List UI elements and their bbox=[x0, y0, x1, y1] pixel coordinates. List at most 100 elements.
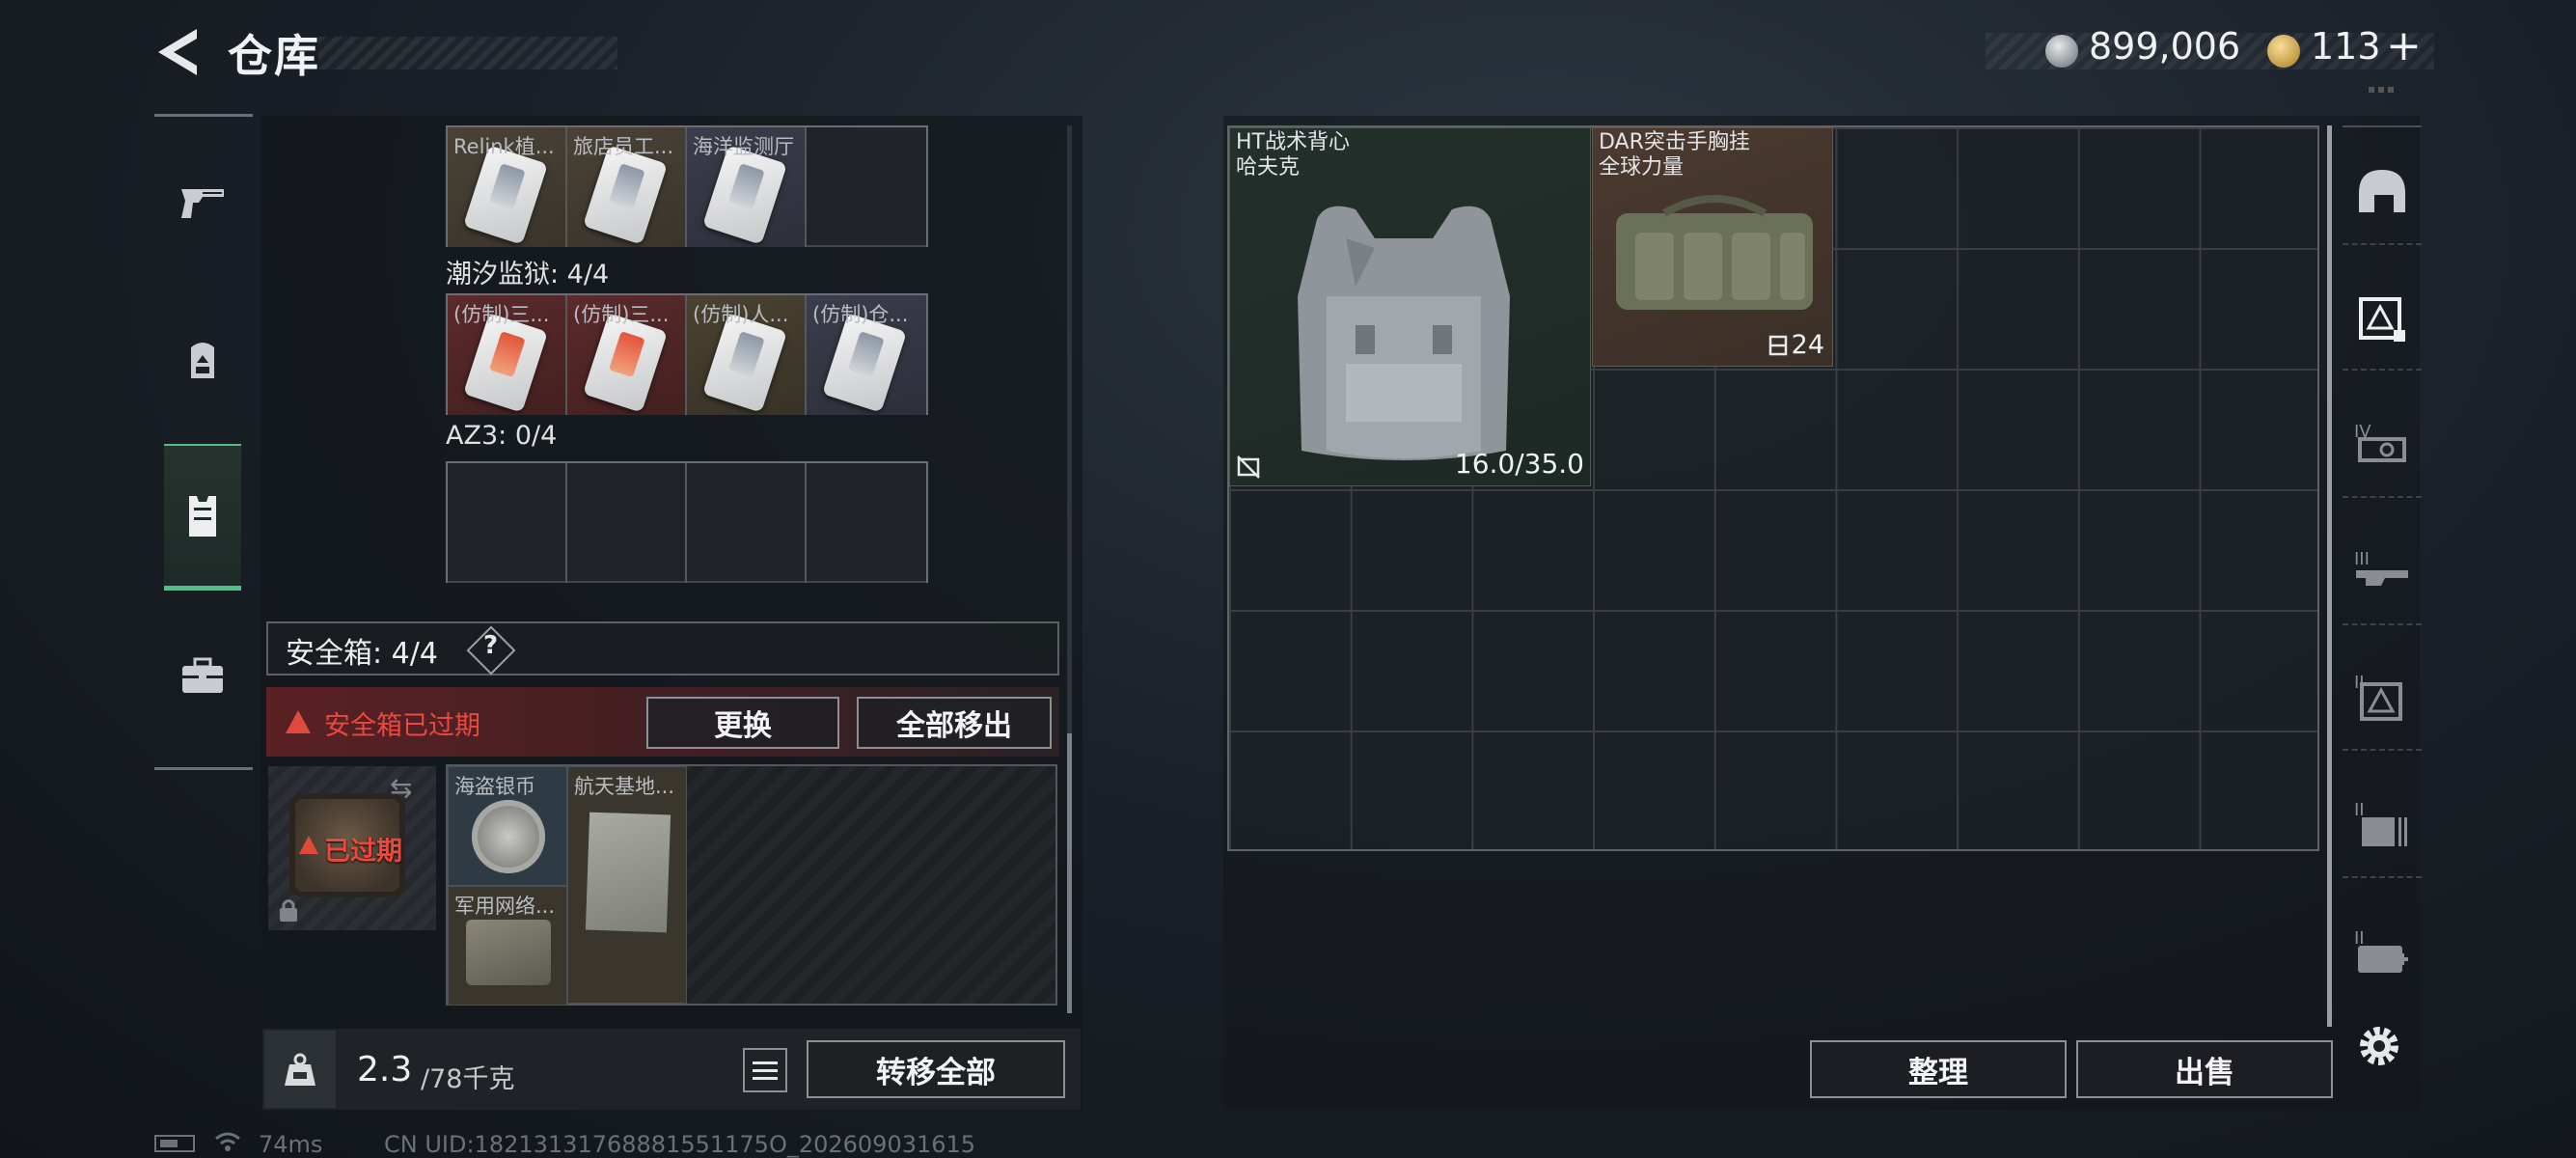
pirate-coin-image bbox=[472, 800, 545, 873]
sort-button[interactable]: 整理 bbox=[1810, 1040, 2067, 1098]
replace-button[interactable]: 更换 bbox=[646, 697, 839, 749]
header-decoration bbox=[2369, 87, 2398, 93]
inventory-slot[interactable]: 旅店员工... bbox=[567, 127, 687, 247]
item-label: 海盗银币 bbox=[454, 775, 535, 798]
item-label: 旅店员工... bbox=[573, 135, 674, 158]
sidebar-item-backpack[interactable] bbox=[164, 321, 241, 399]
backpack-icon bbox=[191, 343, 214, 378]
help-mark: ? bbox=[483, 631, 499, 660]
inventory-slot[interactable]: (仿制)人... bbox=[687, 295, 807, 415]
empty-slot[interactable] bbox=[807, 127, 926, 247]
sell-button[interactable]: 出售 bbox=[2076, 1040, 2333, 1098]
item-label: 航天基地... bbox=[574, 775, 675, 798]
tier-iii-weapon-icon: III bbox=[2354, 549, 2408, 586]
page-title: 仓库 bbox=[228, 30, 320, 82]
inventory-slot[interactable]: (仿制)三... bbox=[448, 295, 567, 415]
inventory-slot[interactable]: 海盗银币 bbox=[448, 766, 567, 886]
back-arrow-icon[interactable] bbox=[154, 27, 201, 77]
swap-icon[interactable]: ⇆ bbox=[390, 772, 412, 804]
move-all-button[interactable]: 全部移出 bbox=[857, 697, 1052, 749]
right-sidebar-item-tier-ii-medical[interactable]: II bbox=[2343, 899, 2422, 1006]
document-image bbox=[585, 812, 671, 933]
right-sidebar-item-tier-ii-storage[interactable]: II bbox=[2343, 772, 2422, 878]
inventory-slot[interactable]: (仿制)仓... bbox=[807, 295, 926, 415]
uid-text: CN UID:18213131768881551175O_20260903161… bbox=[384, 1131, 976, 1158]
armor-tier-icon bbox=[2359, 297, 2405, 342]
group-title-az3: AZ3: 0/4 bbox=[446, 421, 558, 451]
chaoxi-card-row: (仿制)三... (仿制)三... (仿制)人... (仿制)仓... bbox=[446, 293, 928, 415]
az3-card-row bbox=[446, 461, 928, 583]
item-label: 军用网络... bbox=[454, 895, 556, 918]
safe-box-title: 安全箱: 4/4 bbox=[286, 637, 438, 671]
inventory-slot[interactable]: Relink植... bbox=[448, 127, 567, 247]
svg-text:III: III bbox=[2354, 549, 2370, 569]
inventory-slot[interactable]: 海洋监测厅 bbox=[687, 127, 807, 247]
ping-text: 74ms bbox=[259, 1131, 323, 1158]
empty-slot[interactable] bbox=[687, 463, 807, 583]
lock-icon bbox=[280, 899, 297, 922]
no-repair-icon bbox=[1237, 455, 1260, 479]
title-decoration bbox=[318, 37, 617, 69]
sidebar-item-weapons[interactable] bbox=[164, 164, 241, 241]
item-label: (仿制)三... bbox=[453, 303, 550, 326]
item-label: (仿制)仓... bbox=[812, 303, 909, 326]
gold-coin-icon bbox=[2267, 35, 2300, 68]
safe-box-expired-text: 安全箱已过期 bbox=[324, 711, 480, 741]
empty-slot[interactable] bbox=[807, 463, 926, 583]
network-device-image bbox=[466, 920, 551, 985]
warning-icon bbox=[299, 836, 318, 854]
durability-value: 16.0/35.0 bbox=[1454, 448, 1584, 480]
item-label: Relink植... bbox=[453, 135, 555, 158]
transfer-all-button[interactable]: 转移全部 bbox=[807, 1040, 1065, 1098]
add-currency-button[interactable]: + bbox=[2386, 21, 2422, 70]
battery-icon bbox=[154, 1135, 195, 1152]
tier-iv-icon: IV bbox=[2354, 422, 2406, 462]
svg-text:II: II bbox=[2354, 800, 2365, 820]
empty-slot[interactable] bbox=[567, 463, 687, 583]
card-holder-row: Relink植... 旅店员工... 海洋监测厅 bbox=[446, 125, 928, 247]
wifi-icon bbox=[215, 1132, 240, 1151]
right-sidebar-item-armor[interactable] bbox=[2343, 264, 2422, 371]
inventory-slot[interactable]: (仿制)三... bbox=[567, 295, 687, 415]
empty-slot[interactable] bbox=[448, 463, 567, 583]
kg-weight-icon bbox=[285, 1053, 315, 1086]
right-sidebar-top-line bbox=[2343, 125, 2422, 127]
pistol-icon bbox=[181, 189, 224, 218]
tier-ii-storage-icon: II bbox=[2354, 800, 2407, 846]
list-view-button[interactable] bbox=[743, 1048, 787, 1092]
item-name: DAR突击手胸挂 全球力量 bbox=[1599, 130, 1750, 179]
group-title-chaoxi: 潮汐监狱: 4/4 bbox=[446, 260, 610, 290]
storage-scrollbar[interactable] bbox=[2327, 125, 2332, 1027]
sidebar-item-toolbox[interactable] bbox=[164, 637, 241, 714]
warning-icon bbox=[286, 710, 311, 733]
tier-ii-medical-icon: II bbox=[2354, 928, 2408, 973]
svg-text:II: II bbox=[2354, 928, 2365, 949]
silver-balance: 899,006 bbox=[2089, 25, 2241, 68]
weight-icon-box bbox=[264, 1031, 336, 1108]
item-label: (仿制)人... bbox=[693, 303, 789, 326]
capacity-icon bbox=[1768, 335, 1788, 356]
chest-rig-image bbox=[1616, 195, 1813, 310]
tactical-vest-image bbox=[1298, 206, 1510, 460]
safe-case-expired-label: 已过期 bbox=[324, 837, 402, 867]
toolbox-icon bbox=[182, 657, 223, 693]
right-sidebar-item-tier-iv[interactable]: IV bbox=[2343, 392, 2422, 498]
safe-box-grid: 海盗银币 航天基地... 军用网络... bbox=[446, 764, 1057, 1006]
weight-max: /78千克 bbox=[421, 1064, 515, 1094]
right-sidebar-item-helmet[interactable] bbox=[2343, 139, 2422, 245]
storage-item-chest-rig[interactable]: DAR突击手胸挂 全球力量 24 bbox=[1592, 127, 1833, 367]
vest-icon bbox=[189, 496, 216, 537]
gold-balance: 113 bbox=[2311, 25, 2381, 68]
helmet-icon bbox=[2359, 170, 2405, 212]
storage-item-vest[interactable]: HT战术背心 哈夫克 16.0/35.0 bbox=[1229, 127, 1591, 486]
right-sidebar-item-tier-ii-armor[interactable]: II bbox=[2343, 645, 2422, 751]
silver-coin-icon bbox=[2045, 35, 2078, 68]
inventory-scrollbar-thumb[interactable] bbox=[1067, 733, 1072, 1013]
gear-icon[interactable] bbox=[2354, 1021, 2404, 1071]
item-name: HT战术背心 哈夫克 bbox=[1236, 130, 1350, 179]
inventory-slot[interactable]: 军用网络... bbox=[448, 886, 567, 1006]
list-icon bbox=[753, 1061, 778, 1064]
inventory-slot[interactable]: 航天基地... bbox=[567, 766, 687, 1004]
right-sidebar-item-tier-iii[interactable]: III bbox=[2343, 519, 2422, 625]
item-label: (仿制)三... bbox=[573, 303, 670, 326]
